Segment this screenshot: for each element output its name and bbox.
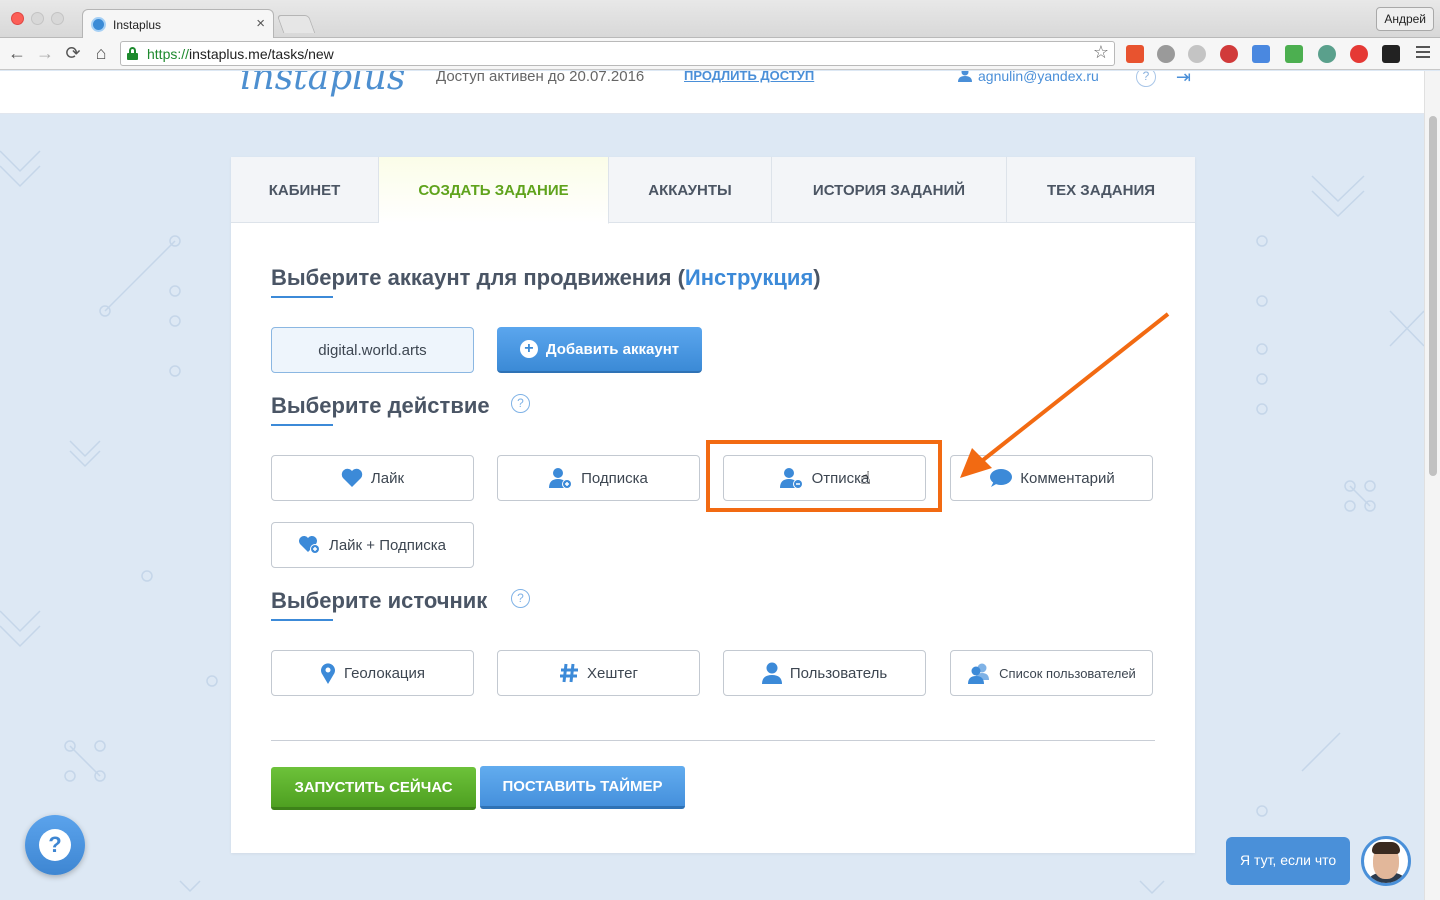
source-section-heading: Выберите источник [271,588,488,613]
source-user-list-label: Список пользователей [999,665,1136,681]
action-like-follow-label: Лайк + Подписка [328,536,446,554]
url-text: https://instaplus.me/tasks/new [147,46,334,62]
action-help-icon[interactable]: ? [511,394,530,413]
tab-tech-tasks[interactable]: ТЕХ ЗАДАНИЯ [1007,157,1195,223]
source-hashtag-label: Хештег [587,664,638,682]
action-follow-button[interactable]: Подписка [497,455,700,501]
set-timer-button[interactable]: ПОСТАВИТЬ ТАЙМЕР [480,766,685,809]
users-icon [968,663,990,684]
instruction-link[interactable]: Инструкция [685,265,813,290]
heart-plus-icon [298,536,320,554]
access-status-text: Доступ активен до 20.07.2016 [436,71,645,85]
header-help-icon[interactable]: ? [1136,71,1156,87]
section-divider [271,740,1155,741]
heading-underline [271,424,333,426]
action-follow-label: Подписка [581,469,648,487]
source-geolocation-button[interactable]: Геолокация [271,650,474,696]
action-like-label: Лайк [370,469,405,487]
hashtag-icon [560,663,579,683]
extension-2-icon[interactable] [1157,45,1175,63]
logout-icon[interactable]: ⇥ [1176,71,1191,88]
tab-task-history[interactable]: ИСТОРИЯ ЗАДАНИЙ [772,157,1007,223]
user-plus-icon [549,468,573,489]
source-user-button[interactable]: Пользователь [723,650,926,696]
user-icon [761,662,782,684]
site-header: instaplus Доступ активен до 20.07.2016 П… [0,71,1424,114]
tab-close-icon[interactable]: × [256,15,265,32]
new-tab-button[interactable] [276,15,316,33]
extension-9-icon[interactable] [1382,45,1400,63]
instaplus-favicon-icon [91,17,106,32]
translate-extension-icon[interactable] [1252,45,1270,63]
extension-7-icon[interactable] [1318,45,1336,63]
profile-button[interactable]: Андрей [1376,7,1434,31]
address-bar[interactable]: https://instaplus.me/tasks/new ☆ [120,41,1115,66]
extension-3-icon[interactable] [1188,45,1206,63]
browser-menu-icon[interactable] [1416,46,1430,61]
chat-operator-avatar[interactable] [1361,836,1411,886]
hand-cursor-icon: ☝ [860,468,871,488]
page-scrollbar[interactable] [1424,71,1440,900]
close-window-button[interactable] [11,12,24,25]
heading-underline [271,296,333,298]
user-icon [958,71,972,82]
extension-6-icon[interactable] [1285,45,1303,63]
browser-title-bar: Instaplus × Андрей [0,0,1440,39]
minimize-window-button[interactable] [31,12,44,25]
annotation-highlight-box [706,440,942,512]
heart-icon [341,468,363,487]
chat-widget-label[interactable]: Я тут, если что [1226,837,1351,885]
heading-underline [271,619,333,621]
source-hashtag-button[interactable]: Хештег [497,650,700,696]
forward-arrow-icon[interactable]: → [34,42,56,64]
add-account-label: Добавить аккаунт [545,340,680,358]
back-arrow-icon[interactable]: ← [6,42,28,64]
source-help-icon[interactable]: ? [511,589,530,608]
annotation-arrow [960,312,1170,478]
home-icon[interactable]: ⌂ [90,42,112,64]
plus-circle-icon: + [519,340,538,358]
action-like-follow-button[interactable]: Лайк + Подписка [271,522,474,568]
help-widget-button[interactable]: ? [25,815,85,875]
bookmark-star-icon[interactable]: ☆ [1093,42,1109,63]
extension-1-icon[interactable] [1126,45,1144,63]
source-user-label: Пользователь [789,664,888,682]
instaplus-logo[interactable]: instaplus [240,71,405,98]
run-now-button[interactable]: ЗАПУСТИТЬ СЕЙЧАС [271,767,476,810]
action-like-button[interactable]: Лайк [271,455,474,501]
page-viewport: instaplus Доступ активен до 20.07.2016 П… [0,71,1424,900]
renew-access-link[interactable]: ПРОДЛИТЬ ДОСТУП [684,71,814,83]
user-email-link[interactable]: agnulin@yandex.ru [978,71,1099,84]
source-geolocation-label: Геолокация [343,664,426,682]
tab-title: Instaplus [113,18,162,32]
account-select-button[interactable]: digital.world.arts [271,327,474,373]
source-user-list-button[interactable]: Список пользователей [950,650,1153,696]
extension-4-icon[interactable] [1220,45,1238,63]
secure-lock-icon [127,47,138,60]
add-account-button[interactable]: + Добавить аккаунт [497,327,702,373]
tab-accounts[interactable]: АККАУНТЫ [609,157,772,223]
power-extension-icon[interactable] [1350,45,1368,63]
browser-tab-instaplus[interactable]: Instaplus × [82,9,274,39]
account-name: digital.world.arts [318,341,427,359]
location-pin-icon [320,663,335,684]
tab-cabinet[interactable]: КАБИНЕТ [231,157,379,223]
tab-create-task[interactable]: СОЗДАТЬ ЗАДАНИЕ [379,157,609,224]
question-icon: ? [39,829,71,861]
main-tabs: КАБИНЕТ СОЗДАТЬ ЗАДАНИЕ АККАУНТЫ ИСТОРИЯ… [231,157,1195,224]
scrollbar-thumb[interactable] [1429,116,1437,476]
account-section-heading: Выберите аккаунт для продвижения (Инстру… [271,265,821,290]
maximize-window-button[interactable] [51,12,64,25]
reload-icon[interactable]: ⟳ [62,42,84,64]
action-section-heading: Выберите действие [271,393,490,418]
